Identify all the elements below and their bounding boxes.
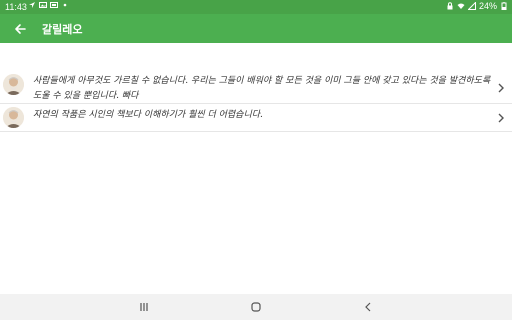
arrow-left-icon <box>15 24 26 34</box>
quote-text: 자연의 작품은 시인의 책보다 이해하기가 훨씬 더 어렵습니다. <box>33 110 263 120</box>
quote-list: 사람들에게 아무것도 가르칠 수 없습니다. 우리는 그들이 배워야 할 모든 … <box>0 72 512 132</box>
image-icon <box>50 2 58 8</box>
quote-item[interactable]: 자연의 작품은 시인의 책보다 이해하기가 훨씬 더 어렵습니다. <box>0 104 512 132</box>
app-bar: 갈릴레오 <box>0 14 512 43</box>
quote-text: 사람들에게 아무것도 가르칠 수 없습니다. 우리는 그들이 배워야 할 모든 … <box>33 76 491 101</box>
avatar <box>3 74 24 95</box>
lock-icon <box>447 2 453 10</box>
recents-icon <box>140 303 148 311</box>
gallery-icon <box>39 2 47 8</box>
author-portrait-icon <box>3 107 24 128</box>
system-back-button[interactable] <box>362 301 374 313</box>
page-title: 갈릴레오 <box>42 23 83 36</box>
battery-percent: 24% <box>478 1 497 11</box>
avatar <box>3 107 24 128</box>
author-portrait-icon <box>3 74 24 95</box>
signal-icon <box>467 2 476 10</box>
navigation-icon <box>29 2 35 8</box>
chevron-right-icon <box>498 83 504 93</box>
recents-button[interactable] <box>138 301 150 313</box>
home-icon <box>251 302 261 312</box>
dot-icon <box>63 3 67 7</box>
status-left-icons <box>28 1 69 9</box>
status-bar: 11:43 24% <box>0 0 512 14</box>
quote-item[interactable]: 사람들에게 아무것도 가르칠 수 없습니다. 우리는 그들이 배워야 할 모든 … <box>0 72 512 104</box>
battery-icon <box>501 2 507 10</box>
back-button[interactable] <box>9 18 31 40</box>
status-time: 11:43 <box>5 2 27 12</box>
home-button[interactable] <box>250 301 262 313</box>
status-right-icons: 24% <box>446 1 508 11</box>
navigation-bar <box>0 294 512 320</box>
wifi-icon <box>457 3 465 9</box>
back-icon <box>365 302 371 312</box>
chevron-right-icon <box>498 113 504 123</box>
